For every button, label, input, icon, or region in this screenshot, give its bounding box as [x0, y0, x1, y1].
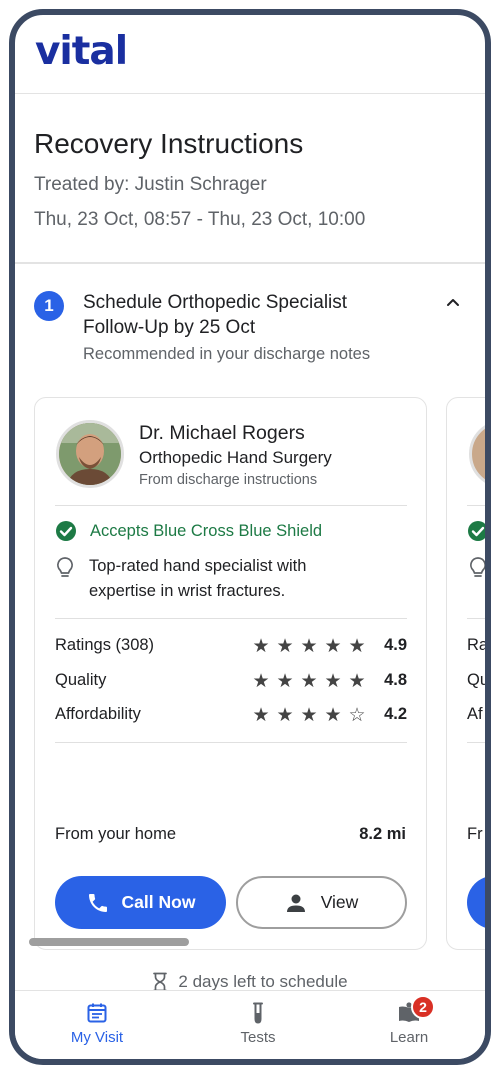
rating-label: Ratings (308) — [55, 636, 155, 654]
doctor-avatar — [469, 420, 485, 488]
divider — [467, 742, 485, 743]
step-title: Schedule Orthopedic Specialist Follow-Up… — [83, 292, 348, 338]
nav-item-learn[interactable]: 2 Learn — [349, 995, 469, 1046]
call-now-button[interactable]: Call Now — [55, 876, 226, 929]
star-rating: ★ ★ ★ ★ ☆ — [251, 706, 367, 726]
distance-label: From your home — [55, 825, 177, 843]
star-icon: ★ — [276, 705, 294, 726]
doctor-card[interactable]: Dr. Michael Rogers Orthopedic Hand Surge… — [34, 397, 427, 950]
star-icon: ★ — [276, 671, 294, 692]
step-subtitle: Recommended in your discharge notes — [83, 345, 371, 363]
rating-label: Quality — [55, 671, 107, 689]
star-icon: ★ — [276, 636, 294, 657]
app-header: vital — [15, 15, 485, 94]
doctor-photo — [59, 423, 121, 485]
app-logo: vital — [35, 29, 128, 74]
doctor-carousel[interactable]: Dr. Michael Rogers Orthopedic Hand Surge… — [15, 385, 485, 955]
deadline-text: 2 days left to schedule — [178, 972, 348, 991]
star-icon: ★ — [300, 671, 318, 692]
page-title: Recovery Instructions — [34, 128, 304, 159]
nav-label: Tests — [240, 1029, 276, 1046]
rating-value: 4.8 — [384, 671, 407, 689]
rating-row-affordability: Affordability ★ ★ ★ ★ ☆ 4.2 — [55, 705, 407, 729]
star-icon: ★ — [324, 636, 342, 657]
nav-item-my-visit[interactable]: My Visit — [37, 1001, 157, 1046]
divider — [55, 742, 407, 743]
device-frame: vital Recovery Instructions Treated by: … — [9, 9, 491, 1065]
doctor-name: Dr. Michael Rogers — [139, 422, 305, 444]
nav-label: Learn — [389, 1029, 429, 1046]
visit-summary: Recovery Instructions Treated by: Justin… — [15, 94, 485, 264]
insurance-text: Accepts Blue Cross Blue Shield — [90, 521, 323, 540]
star-icon: ★ — [324, 671, 342, 692]
visit-time-range: Thu, 23 Oct, 08:57 - Thu, 23 Oct, 10:00 — [34, 209, 366, 230]
doctor-specialty: Orthopedic Hand Surgery — [139, 448, 332, 467]
rating-label: Ra — [467, 636, 485, 654]
rating-label: Af — [467, 705, 483, 723]
doctor-source: From discharge instructions — [139, 472, 318, 488]
call-now-button[interactable] — [467, 876, 485, 929]
rating-row-ratings: Ratings (308) ★ ★ ★ ★ ★ 4.9 — [55, 636, 407, 660]
tip-text: Top-rated hand specialist with expertise… — [89, 557, 307, 600]
divider — [467, 505, 485, 506]
bottom-nav: My Visit Tests 2 Learn — [15, 990, 485, 1059]
star-rating: ★ ★ ★ ★ ★ — [251, 672, 367, 692]
insurance-row: Accepts Blue Cross Blue Shield — [55, 520, 322, 542]
star-icon: ★ — [252, 636, 270, 657]
chevron-up-icon[interactable] — [443, 292, 463, 312]
test-tube-icon — [253, 1002, 263, 1024]
phone-icon — [88, 893, 107, 912]
divider — [467, 618, 485, 619]
star-icon: ★ — [324, 705, 342, 726]
rating-row-quality: Quality ★ ★ ★ ★ ★ 4.8 — [55, 671, 407, 695]
star-icon: ★ — [348, 636, 366, 657]
carousel-scrollbar[interactable] — [29, 938, 189, 946]
rating-value: 4.9 — [384, 636, 407, 654]
check-circle-icon — [56, 521, 76, 541]
star-icon: ★ — [252, 671, 270, 692]
star-icon: ★ — [300, 705, 318, 726]
doctor-card-next[interactable]: Ra Qu Af Fr — [446, 397, 485, 950]
star-outline-icon: ☆ — [348, 705, 366, 726]
view-button[interactable]: View — [236, 876, 407, 929]
calendar-icon — [87, 1003, 107, 1023]
star-icon: ★ — [252, 705, 270, 726]
lightbulb-icon — [57, 557, 73, 577]
call-now-label: Call Now — [121, 892, 196, 912]
rating-value: 4.2 — [384, 705, 407, 723]
star-icon: ★ — [348, 671, 366, 692]
rating-label: Qu — [467, 671, 485, 689]
rating-label: Affordability — [55, 705, 141, 723]
nav-label: My Visit — [70, 1029, 124, 1046]
distance-value: 8.2 mi — [359, 825, 406, 843]
distance-label: Fr — [467, 825, 483, 843]
screen: vital Recovery Instructions Treated by: … — [15, 15, 485, 1059]
star-rating: ★ ★ ★ ★ ★ — [251, 637, 367, 657]
treated-by: Treated by: Justin Schrager — [34, 174, 267, 195]
divider — [55, 505, 407, 506]
hourglass-icon — [153, 972, 168, 992]
step-number-badge: 1 — [34, 291, 64, 321]
view-label: View — [320, 892, 359, 912]
lightbulb-icon — [470, 557, 485, 577]
doctor-avatar — [56, 420, 124, 488]
person-icon — [286, 894, 305, 912]
tip-row: Top-rated hand specialist with expertise… — [55, 554, 359, 604]
step-section[interactable]: 1 Schedule Orthopedic Specialist Follow-… — [15, 264, 485, 384]
divider — [55, 618, 407, 619]
notification-badge: 2 — [411, 995, 435, 1019]
star-icon: ★ — [300, 636, 318, 657]
nav-item-tests[interactable]: Tests — [198, 1001, 318, 1046]
check-circle-icon — [468, 521, 485, 541]
